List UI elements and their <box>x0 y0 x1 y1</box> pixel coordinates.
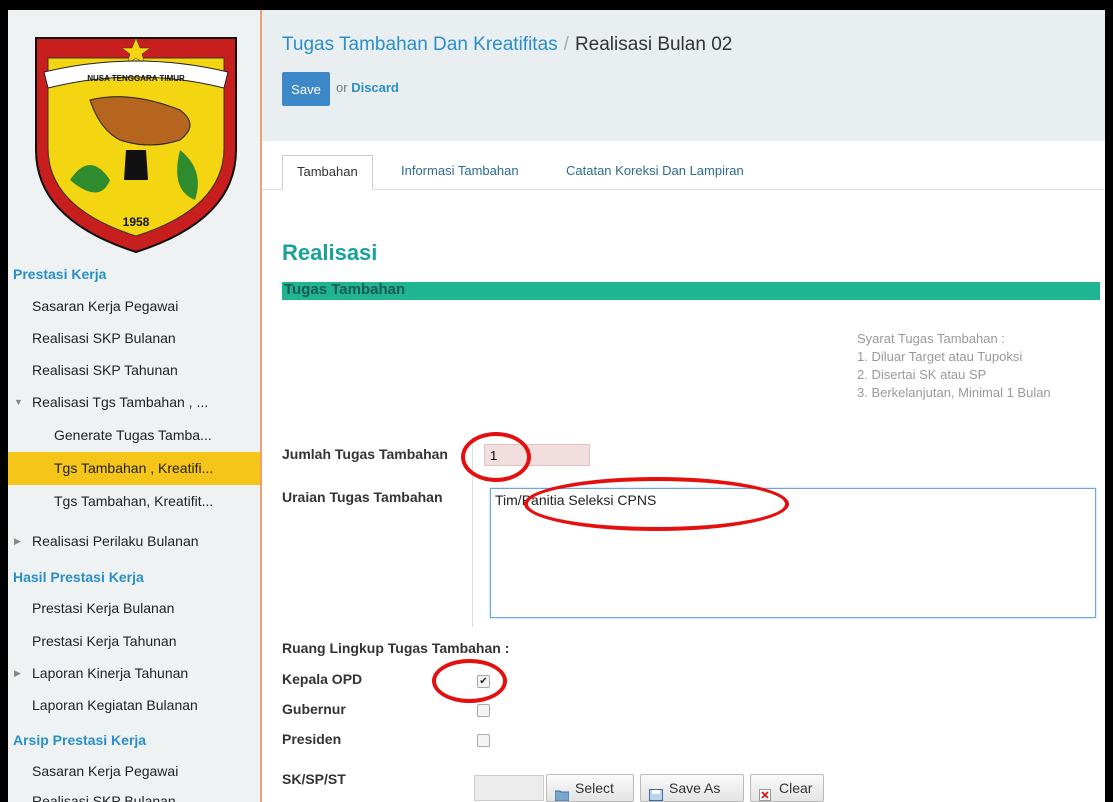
sidebar-item-prestasi-kerja-bulanan[interactable]: Prestasi Kerja Bulanan <box>8 592 260 625</box>
file-name-field[interactable] <box>474 775 544 801</box>
sidebar-item-laporan-kinerja-tahunan[interactable]: ▶ Laporan Kinerja Tahunan <box>8 657 260 690</box>
or-text: or <box>336 80 348 95</box>
ruang-lingkup-label: Ruang Lingkup Tugas Tambahan : <box>282 640 510 656</box>
sidebar-item-label: Generate Tugas Tamba... <box>54 427 212 443</box>
sidebar-item-tgs-tambahan-kreatifitas-active[interactable]: Tgs Tambahan , Kreatifi... <box>8 452 260 485</box>
breadcrumb-parent-link[interactable]: Tugas Tambahan Dan Kreatifitas <box>282 34 558 55</box>
presiden-checkbox[interactable] <box>477 734 490 747</box>
sidebar-item-tgs-tambahan-kreatifitas[interactable]: Tgs Tambahan, Kreatifit... <box>8 485 260 518</box>
select-label: Select <box>575 780 614 796</box>
annotation-ring-kepala-opd <box>432 659 507 703</box>
tab-catatan-koreksi-dan-lampiran[interactable]: Catatan Koreksi Dan Lampiran <box>552 155 758 189</box>
form-content: Realisasi Tugas Tambahan Syarat Tugas Ta… <box>262 190 1105 802</box>
sidebar-item-realisasi-skp-bulanan[interactable]: Realisasi SKP Bulanan <box>8 322 260 355</box>
section-title: Tugas Tambahan <box>284 281 406 298</box>
uraian-label: Uraian Tugas Tambahan <box>282 489 443 505</box>
annotation-ring-uraian <box>524 477 789 531</box>
save-as-label: Save As <box>669 780 721 796</box>
tab-bar: Tambahan Informasi Tambahan Catatan Kore… <box>262 141 1105 190</box>
main-content: Tugas Tambahan Dan Kreatifitas / Realisasi… <box>262 10 1105 802</box>
scope-label-gubernur: Gubernur <box>282 701 346 717</box>
logo-year: 1958 <box>123 215 150 229</box>
tab-informasi-tambahan[interactable]: Informasi Tambahan <box>387 155 533 189</box>
sidebar-item-arsip-realisasi-skp-bulanan[interactable]: Realisasi SKP Bulanan <box>8 785 260 802</box>
breadcrumb-separator: / <box>563 34 569 55</box>
form-heading: Realisasi <box>282 240 378 265</box>
sidebar-item-label: Realisasi Tgs Tambahan , ... <box>32 394 209 410</box>
syarat-line: 2. Disertai SK atau SP <box>857 367 987 382</box>
syarat-title: Syarat Tugas Tambahan : <box>857 331 1005 346</box>
app-window: NUSA TENGGARA TIMUR 1958 Prestasi Kerja … <box>8 10 1105 802</box>
syarat-line: 1. Diluar Target atau Tupoksi <box>857 349 1023 364</box>
scope-label-presiden: Presiden <box>282 731 342 747</box>
syarat-note: Syarat Tugas Tambahan : 1. Diluar Target… <box>857 330 1087 402</box>
gubernur-checkbox[interactable] <box>477 704 490 717</box>
section-hasil-prestasi-kerja: Hasil Prestasi Kerja <box>13 569 144 585</box>
save-as-button[interactable]: Save As <box>640 774 744 802</box>
save-as-icon <box>649 783 663 802</box>
section-arsip-prestasi-kerja: Arsip Prestasi Kerja <box>13 732 147 748</box>
sidebar-item-label: Laporan Kegiatan Bulanan <box>32 697 198 713</box>
sidebar-item-label: Sasaran Kerja Pegawai <box>32 763 179 779</box>
sidebar-item-label: Prestasi Kerja Tahunan <box>32 633 177 649</box>
scope-label-kepala-opd: Kepala OPD <box>282 671 363 687</box>
section-prestasi-kerja: Prestasi Kerja <box>13 266 107 282</box>
page-header: Tugas Tambahan Dan Kreatifitas / Realisasi… <box>262 10 1105 142</box>
clear-button[interactable]: Clear <box>750 774 824 802</box>
jumlah-label: Jumlah Tugas Tambahan <box>282 446 448 462</box>
sidebar-item-label: Tgs Tambahan, Kreatifit... <box>54 493 214 509</box>
collapsed-caret-icon: ▶ <box>14 536 21 546</box>
sidebar-item-realisasi-perilaku-bulanan[interactable]: ▶ Realisasi Perilaku Bulanan <box>8 525 260 558</box>
breadcrumb-current: Realisasi Bulan 02 <box>574 34 733 55</box>
sidebar-item-label: Tgs Tambahan , Kreatifi... <box>54 460 214 476</box>
sidebar-item-label: Prestasi Kerja Bulanan <box>32 600 175 616</box>
syarat-line: 3. Berkelanjutan, Minimal 1 Bulan <box>857 385 1051 400</box>
or-discard: or Discard <box>336 80 399 95</box>
sidebar-item-label: Realisasi SKP Bulanan <box>32 793 176 802</box>
annotation-ring-jumlah <box>461 432 531 482</box>
sidebar-item-label: Realisasi Perilaku Bulanan <box>32 533 199 549</box>
sidebar-item-label: Sasaran Kerja Pegawai <box>32 298 179 314</box>
save-button[interactable]: Save <box>282 72 330 106</box>
sidebar-item-arsip-sasaran-kerja-pegawai[interactable]: Sasaran Kerja Pegawai <box>8 755 260 788</box>
expanded-caret-icon: ▼ <box>14 397 23 407</box>
sidebar-item-label: Realisasi SKP Bulanan <box>32 330 176 346</box>
file-label: SK/SP/ST <box>282 771 346 787</box>
sidebar-item-realisasi-skp-tahunan[interactable]: Realisasi SKP Tahunan <box>8 354 260 387</box>
section-band: Tugas Tambahan <box>282 281 1100 300</box>
sidebar-item-realisasi-tgs-tambahan[interactable]: ▼ Realisasi Tgs Tambahan , ... <box>8 386 260 419</box>
ntt-emblem-logo: NUSA TENGGARA TIMUR 1958 <box>35 37 237 254</box>
sidebar-item-sasaran-kerja-pegawai[interactable]: Sasaran Kerja Pegawai <box>8 290 260 323</box>
select-file-button[interactable]: Select <box>546 774 634 802</box>
sidebar-item-prestasi-kerja-tahunan[interactable]: Prestasi Kerja Tahunan <box>8 625 260 658</box>
folder-icon <box>554 783 570 802</box>
breadcrumb: Tugas Tambahan Dan Kreatifitas / Realisasi… <box>282 34 732 56</box>
clear-label: Clear <box>779 780 813 796</box>
sidebar-item-label: Laporan Kinerja Tahunan <box>32 665 189 681</box>
sidebar: NUSA TENGGARA TIMUR 1958 Prestasi Kerja … <box>8 10 262 802</box>
sidebar-item-laporan-kegiatan-bulanan[interactable]: Laporan Kegiatan Bulanan <box>8 689 260 722</box>
logo-banner-text: NUSA TENGGARA TIMUR <box>87 74 185 83</box>
discard-link[interactable]: Discard <box>351 80 399 95</box>
close-icon <box>759 783 773 802</box>
sidebar-item-generate-tugas-tambahan[interactable]: Generate Tugas Tamba... <box>8 419 260 452</box>
tab-tambahan[interactable]: Tambahan <box>282 155 373 190</box>
collapsed-caret-icon: ▶ <box>14 668 21 678</box>
sidebar-item-label: Realisasi SKP Tahunan <box>32 362 178 378</box>
